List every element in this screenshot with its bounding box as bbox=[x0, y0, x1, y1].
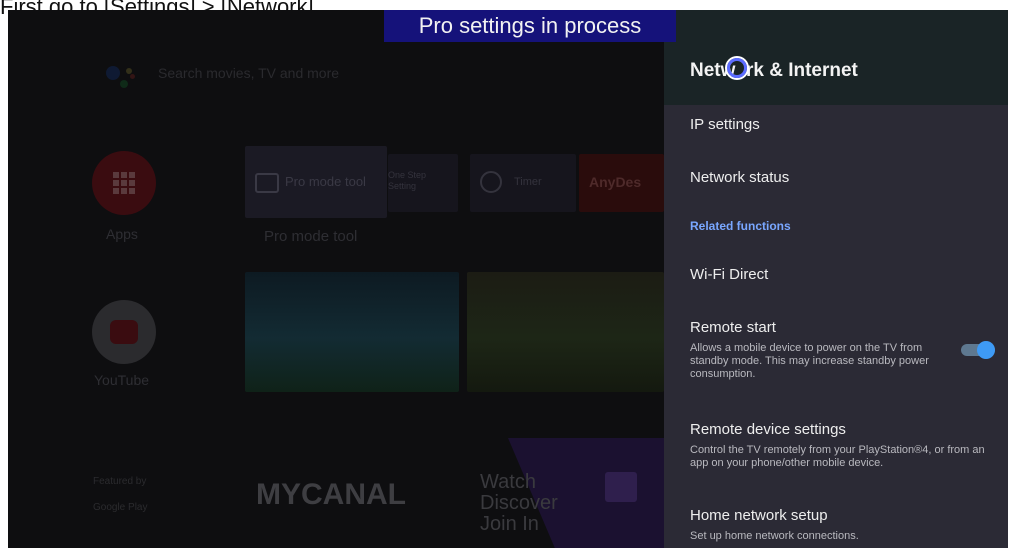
one-step-setting-tile[interactable]: One Step Setting bbox=[388, 154, 458, 212]
anydesk-label: AnyDes bbox=[589, 174, 642, 190]
pro-mode-caption: Pro mode tool bbox=[264, 228, 358, 245]
item-title: Home network setup bbox=[690, 507, 828, 524]
google-play-logo: Google Play bbox=[93, 502, 148, 513]
remote-start-toggle[interactable] bbox=[961, 341, 995, 359]
youtube-button[interactable] bbox=[92, 300, 156, 364]
pro-mode-tile[interactable]: Pro mode tool bbox=[245, 146, 387, 218]
apps-label: Apps bbox=[106, 226, 138, 242]
tagline-line-1: Watch bbox=[480, 471, 536, 493]
menu-item-home-network-setup[interactable]: Home network setup Set up home network c… bbox=[690, 507, 990, 543]
panel-title: Netw rk & Internet bbox=[690, 60, 858, 81]
content-thumbnail-people[interactable] bbox=[467, 272, 664, 392]
content-thumbnail-animation[interactable] bbox=[245, 272, 459, 392]
tv-screen: Search movies, TV and more Apps YouTube … bbox=[8, 10, 1008, 548]
menu-item-wifi-direct[interactable]: Wi-Fi Direct bbox=[690, 266, 990, 283]
item-title: Wi-Fi Direct bbox=[690, 266, 769, 283]
pro-mode-tile-label: Pro mode tool bbox=[285, 174, 366, 189]
pro-icon bbox=[255, 173, 279, 193]
panel-header: Netw rk & Internet bbox=[664, 10, 1008, 105]
tagline-line-2: Discover bbox=[480, 492, 558, 514]
status-banner: Pro settings in process bbox=[384, 10, 676, 42]
clock-icon bbox=[480, 171, 502, 193]
twitch-tagline: Watch Discover Join In bbox=[480, 472, 558, 535]
apps-button[interactable] bbox=[92, 151, 156, 215]
item-subtitle: Allows a mobile device to power on the T… bbox=[690, 342, 929, 380]
home-screen-dimmed: Search movies, TV and more Apps YouTube … bbox=[8, 10, 664, 548]
grid-icon bbox=[113, 172, 135, 194]
youtube-label: YouTube bbox=[94, 372, 150, 388]
google-assistant-icon[interactable] bbox=[106, 62, 140, 92]
youtube-icon bbox=[110, 320, 138, 344]
anydesk-tile[interactable]: AnyDes bbox=[579, 154, 664, 212]
one-step-label: One Step Setting bbox=[388, 170, 427, 191]
timer-tile[interactable]: Timer bbox=[470, 154, 576, 212]
menu-item-ip-settings[interactable]: IP settings bbox=[690, 116, 990, 133]
menu-item-network-status[interactable]: Network status bbox=[690, 169, 990, 186]
item-title: Network status bbox=[690, 169, 790, 186]
item-title: Remote start bbox=[690, 319, 776, 336]
timer-label: Timer bbox=[514, 176, 542, 188]
settings-panel: Netw rk & Internet IP settings Network s… bbox=[664, 10, 1008, 548]
twitch-icon bbox=[605, 472, 637, 502]
tagline-line-3: Join In bbox=[480, 513, 539, 535]
menu-item-remote-start[interactable]: Remote start Allows a mobile device to p… bbox=[690, 319, 940, 381]
search-placeholder[interactable]: Search movies, TV and more bbox=[158, 65, 339, 81]
menu-item-remote-device-settings[interactable]: Remote device settings Control the TV re… bbox=[690, 421, 1000, 470]
featured-by-label: Featured by bbox=[93, 476, 147, 487]
toggle-knob bbox=[977, 341, 995, 359]
item-title: IP settings bbox=[690, 116, 760, 133]
item-subtitle: Control the TV remotely from your PlaySt… bbox=[690, 444, 985, 469]
item-subtitle: Set up home network connections. bbox=[690, 530, 859, 542]
focus-cursor-icon bbox=[727, 58, 747, 78]
related-functions-header: Related functions bbox=[690, 219, 791, 233]
item-title: Remote device settings bbox=[690, 421, 846, 438]
mycanal-logo[interactable]: MYCANAL bbox=[256, 478, 406, 512]
